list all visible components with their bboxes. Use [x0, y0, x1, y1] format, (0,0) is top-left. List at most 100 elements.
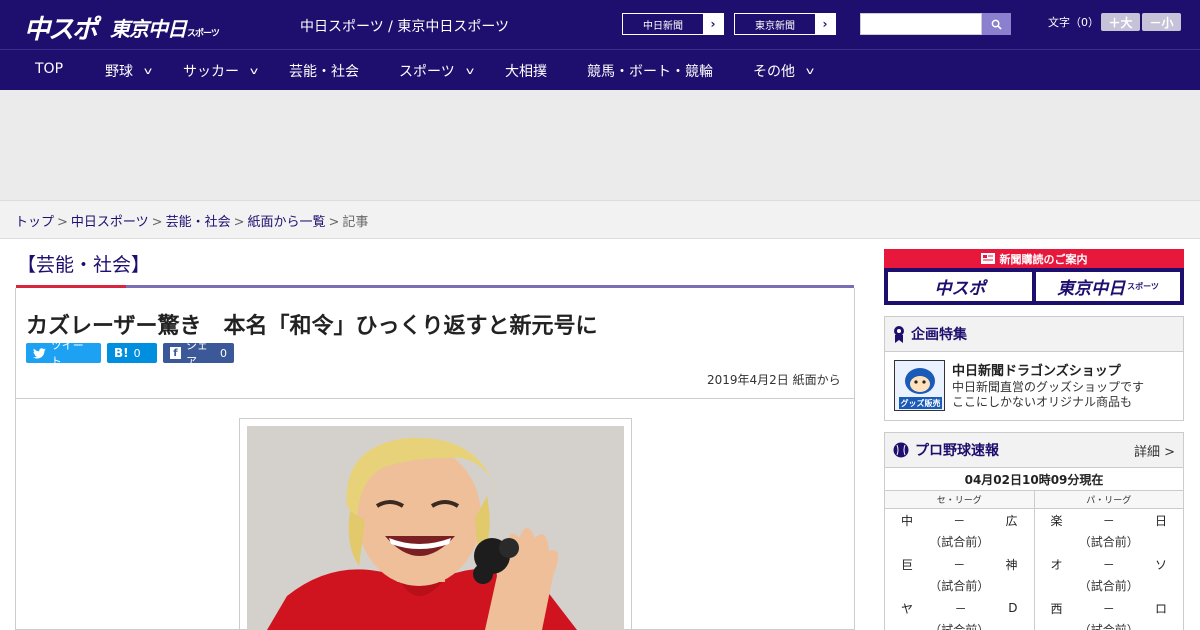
- nav-item-soccer[interactable]: サッカー v: [183, 61, 259, 81]
- facebook-share-button[interactable]: f シェア 0: [163, 339, 234, 368]
- search-icon: [991, 19, 1002, 30]
- away-team: ソ: [1154, 557, 1167, 572]
- tokyo-shimbun-label: 東京新聞: [755, 20, 795, 32]
- nav-label: TOP: [35, 61, 64, 77]
- central-league-label: セ・リーグ: [885, 491, 1035, 508]
- ad-banner-area: [0, 90, 1200, 200]
- away-team: 日: [1154, 513, 1167, 528]
- game-row[interactable]: 巨 － 神: [901, 553, 1018, 575]
- nav-item-sumo[interactable]: 大相撲: [505, 61, 547, 81]
- central-league-games: 中 － 広 （試合前） 巨 － 神 （試合前） ヤ － D （試合前）: [885, 509, 1035, 630]
- category-underline: [16, 285, 854, 288]
- nav-label: 競馬・ボート・競輪: [587, 64, 713, 80]
- chevron-down-icon: v: [249, 65, 259, 77]
- nav-item-entertainment[interactable]: 芸能・社会: [289, 61, 359, 81]
- hatena-bookmark-button[interactable]: B! 0: [107, 343, 157, 363]
- baseball-updated-time: 04月02日10時09分現在: [885, 468, 1183, 491]
- pacific-league-label: パ・リーグ: [1086, 496, 1132, 506]
- nav-label: スポーツ: [399, 64, 455, 80]
- nav-item-top[interactable]: TOP: [35, 61, 63, 77]
- game-row[interactable]: 中 － 広: [901, 509, 1018, 531]
- games-grid: 中 － 広 （試合前） 巨 － 神 （試合前） ヤ － D （試合前） 楽 － 日 （試合前） …: [885, 509, 1183, 630]
- feature-item-dragons-shop[interactable]: グッズ販売中 中日新聞ドラゴンズショップ 中日新聞直営のグッズショップです ここ…: [885, 352, 1183, 420]
- away-team: 神: [1005, 557, 1018, 572]
- game-status: （試合前）: [929, 535, 990, 549]
- feature-heading-text: 企画特集: [911, 327, 967, 343]
- search-input[interactable]: [860, 13, 982, 35]
- subscription-tokyo-logo-text: 東京中日: [1057, 279, 1126, 299]
- away-team: ロ: [1154, 601, 1167, 616]
- dragons-shop-thumbnail: グッズ販売中: [894, 360, 945, 411]
- tokyo-shimbun-link[interactable]: 東京新聞 ›: [734, 13, 836, 35]
- home-team: 楽: [1050, 513, 1063, 528]
- breadcrumb-separator: >: [151, 215, 163, 230]
- chunichi-shimbun-link[interactable]: 中日新聞 ›: [622, 13, 724, 35]
- game-row[interactable]: 楽 － 日: [1051, 509, 1168, 531]
- game-row[interactable]: オ － ソ: [1051, 553, 1168, 575]
- feature-box: 企画特集 グッズ販売中 中日新聞ドラゴンズショップ 中日新聞直営のグッズショップ…: [884, 316, 1184, 421]
- breadcrumb-entertainment[interactable]: 芸能・社会: [166, 215, 231, 230]
- subscription-tokyo-chunichi-link[interactable]: 東京中日 スポーツ: [1036, 272, 1180, 301]
- hatena-count: 0: [133, 346, 141, 360]
- feature-description: 中日新聞直営のグッズショップです ここにしかないオリジナル商品も: [952, 380, 1144, 410]
- home-team: 中: [901, 513, 914, 528]
- chevron-down-icon: v: [465, 65, 474, 77]
- game-row[interactable]: ヤ － D: [901, 597, 1018, 619]
- article-headline: カズレーザー驚き 本名「和令」ひっくり返すと新元号に: [26, 314, 598, 339]
- nav-label: 大相撲: [505, 64, 547, 80]
- game-row[interactable]: 西 － ロ: [1051, 597, 1168, 619]
- breadcrumb-top[interactable]: トップ: [15, 215, 54, 230]
- person-photo-illustration: [247, 426, 624, 630]
- site-title: 中日スポーツ / 東京中日スポーツ: [300, 19, 510, 35]
- nav-label: 芸能・社会: [289, 64, 359, 80]
- breadcrumb-chunichi-sports[interactable]: 中日スポーツ: [71, 215, 149, 230]
- subscription-heading-text: 新聞購読のご案内: [999, 252, 1088, 266]
- chevron-right-icon: ›: [815, 14, 835, 34]
- font-smaller-button[interactable]: －小: [1142, 13, 1181, 31]
- breadcrumb: トップ > 中日スポーツ > 芸能・社会 > 紙面から一覧 > 記事: [0, 200, 1200, 239]
- nav-item-sports[interactable]: スポーツ v: [399, 61, 474, 81]
- search-button[interactable]: [982, 13, 1011, 35]
- game-status: （試合前）: [1078, 535, 1139, 549]
- hatena-b-icon: B!: [114, 346, 129, 360]
- feature-title: 中日新聞ドラゴンズショップ: [952, 364, 1121, 379]
- facebook-f-icon: f: [170, 347, 181, 359]
- chevron-right-icon: ›: [703, 14, 723, 34]
- tokyo-logo-text: 東京中日: [110, 17, 187, 41]
- article-date: 2019年4月2日 紙面から: [707, 373, 841, 387]
- score: －: [953, 557, 966, 572]
- facebook-share-label: シェア: [185, 339, 208, 368]
- baseball-details-link[interactable]: 詳細 >: [1134, 441, 1175, 460]
- category-heading: 【芸能・社会】: [17, 254, 151, 276]
- newspaper-icon: [980, 253, 995, 264]
- subscription-chuspo-link[interactable]: 中スポ: [888, 272, 1032, 301]
- game-status: （試合前）: [929, 623, 990, 630]
- twitter-bird-icon: [33, 347, 46, 359]
- article-photo[interactable]: [247, 426, 624, 630]
- nav-item-other[interactable]: その他 v: [753, 61, 814, 81]
- baseball-icon: [893, 442, 909, 458]
- score: －: [953, 513, 966, 528]
- tokyo-logo-sub: スポーツ: [187, 29, 220, 39]
- home-team: 西: [1050, 601, 1063, 616]
- font-bigger-button[interactable]: ＋大: [1101, 13, 1140, 31]
- away-team: 広: [1005, 513, 1018, 528]
- nav-label: 野球: [105, 64, 133, 80]
- baseball-scores-box: プロ野球速報 詳細 > 04月02日10時09分現在 セ・リーグ パ・リーグ 中…: [884, 432, 1184, 630]
- nav-label: その他: [753, 64, 795, 80]
- baseball-heading: プロ野球速報 詳細 >: [885, 433, 1183, 468]
- home-team: ヤ: [901, 601, 914, 616]
- tweet-button[interactable]: ツイート: [26, 339, 101, 368]
- feature-desc-line1: 中日新聞直営のグッズショップです: [952, 380, 1145, 394]
- breadcrumb-paper-list[interactable]: 紙面から一覧: [248, 215, 326, 230]
- nav-item-racing[interactable]: 競馬・ボート・競輪: [587, 61, 713, 81]
- nav-item-baseball[interactable]: 野球 v: [105, 61, 152, 81]
- facebook-count: 0: [220, 346, 227, 360]
- feature-desc-line2: ここにしかないオリジナル商品も: [952, 395, 1133, 409]
- chuspo-logo[interactable]: 中スポ: [24, 9, 98, 46]
- subscription-heading: 新聞購読のご案内: [884, 249, 1184, 268]
- subscription-banner[interactable]: 新聞購読のご案内 中スポ 東京中日 スポーツ: [884, 249, 1184, 305]
- feature-heading: 企画特集: [885, 317, 1183, 352]
- category-underline-accent: [16, 285, 126, 288]
- tokyo-chunichi-logo[interactable]: 東京中日スポーツ: [110, 13, 220, 42]
